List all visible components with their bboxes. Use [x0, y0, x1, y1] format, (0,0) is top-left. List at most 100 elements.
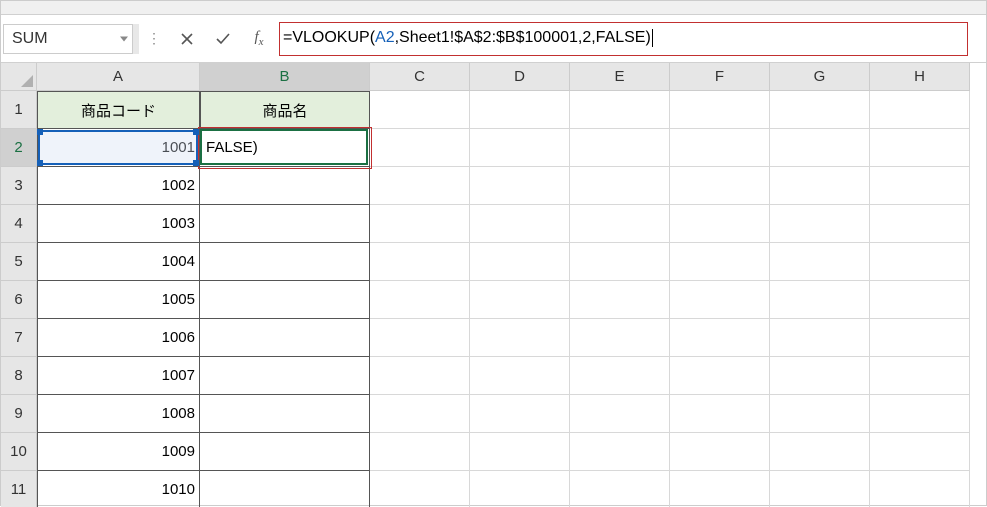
cell-E7[interactable] — [570, 319, 670, 357]
row-header-6[interactable]: 6 — [1, 281, 37, 319]
cell-G1[interactable] — [770, 91, 870, 129]
cell-E2[interactable] — [570, 129, 670, 167]
cell-C2[interactable] — [370, 129, 470, 167]
cell-H6[interactable] — [870, 281, 970, 319]
row-header-4[interactable]: 4 — [1, 205, 37, 243]
cell-E5[interactable] — [570, 243, 670, 281]
cell-C9[interactable] — [370, 395, 470, 433]
row-header-3[interactable]: 3 — [1, 167, 37, 205]
cell-D9[interactable] — [470, 395, 570, 433]
cell-grid[interactable]: 商品コード商品名10011002100310041005100610071008… — [37, 91, 970, 507]
column-header-h[interactable]: H — [870, 63, 970, 91]
row-header-5[interactable]: 5 — [1, 243, 37, 281]
cell-F10[interactable] — [670, 433, 770, 471]
cell-H8[interactable] — [870, 357, 970, 395]
cell-C1[interactable] — [370, 91, 470, 129]
cell-C3[interactable] — [370, 167, 470, 205]
cell-A10[interactable]: 1009 — [37, 433, 200, 471]
row-header-2[interactable]: 2 — [1, 129, 37, 167]
cell-E1[interactable] — [570, 91, 670, 129]
cell-C4[interactable] — [370, 205, 470, 243]
cell-G9[interactable] — [770, 395, 870, 433]
row-header-9[interactable]: 9 — [1, 395, 37, 433]
cell-C11[interactable] — [370, 471, 470, 507]
cell-A1[interactable]: 商品コード — [37, 91, 200, 129]
cell-B8[interactable] — [200, 357, 370, 395]
cell-D11[interactable] — [470, 471, 570, 507]
cell-G4[interactable] — [770, 205, 870, 243]
cell-E6[interactable] — [570, 281, 670, 319]
column-header-a[interactable]: A — [37, 63, 200, 91]
cell-D10[interactable] — [470, 433, 570, 471]
cell-A4[interactable]: 1003 — [37, 205, 200, 243]
cell-D7[interactable] — [470, 319, 570, 357]
cell-E4[interactable] — [570, 205, 670, 243]
cell-D4[interactable] — [470, 205, 570, 243]
cell-B9[interactable] — [200, 395, 370, 433]
cell-E11[interactable] — [570, 471, 670, 507]
column-header-b[interactable]: B — [200, 63, 370, 91]
cell-A8[interactable]: 1007 — [37, 357, 200, 395]
row-header-10[interactable]: 10 — [1, 433, 37, 471]
cell-E10[interactable] — [570, 433, 670, 471]
cell-G6[interactable] — [770, 281, 870, 319]
cell-B11[interactable] — [200, 471, 370, 507]
row-header-11[interactable]: 11 — [1, 471, 37, 507]
cell-G8[interactable] — [770, 357, 870, 395]
cell-B1[interactable]: 商品名 — [200, 91, 370, 129]
drag-handle-icon[interactable] — [139, 24, 169, 54]
column-header-g[interactable]: G — [770, 63, 870, 91]
cell-B3[interactable] — [200, 167, 370, 205]
cell-D2[interactable] — [470, 129, 570, 167]
row-header-8[interactable]: 8 — [1, 357, 37, 395]
cell-B6[interactable] — [200, 281, 370, 319]
cell-E8[interactable] — [570, 357, 670, 395]
cell-E9[interactable] — [570, 395, 670, 433]
cell-C8[interactable] — [370, 357, 470, 395]
cell-B4[interactable] — [200, 205, 370, 243]
cell-A9[interactable]: 1008 — [37, 395, 200, 433]
cell-F9[interactable] — [670, 395, 770, 433]
cell-H5[interactable] — [870, 243, 970, 281]
cell-D3[interactable] — [470, 167, 570, 205]
cell-H4[interactable] — [870, 205, 970, 243]
cell-A5[interactable]: 1004 — [37, 243, 200, 281]
column-header-f[interactable]: F — [670, 63, 770, 91]
confirm-icon[interactable] — [205, 24, 241, 54]
cell-D5[interactable] — [470, 243, 570, 281]
column-header-d[interactable]: D — [470, 63, 570, 91]
cell-F5[interactable] — [670, 243, 770, 281]
cell-C6[interactable] — [370, 281, 470, 319]
cell-F4[interactable] — [670, 205, 770, 243]
cell-A7[interactable]: 1006 — [37, 319, 200, 357]
cell-A11[interactable]: 1010 — [37, 471, 200, 507]
cell-E3[interactable] — [570, 167, 670, 205]
cell-B7[interactable] — [200, 319, 370, 357]
cell-C5[interactable] — [370, 243, 470, 281]
formula-input[interactable]: =VLOOKUP(A2,Sheet1!$A$2:$B$100001,2,FALS… — [277, 24, 976, 54]
active-cell-editor[interactable]: FALSE) — [200, 129, 368, 165]
cell-D1[interactable] — [470, 91, 570, 129]
select-all-corner[interactable] — [1, 63, 37, 91]
chevron-down-icon[interactable] — [120, 36, 128, 41]
cell-F2[interactable] — [670, 129, 770, 167]
row-header-7[interactable]: 7 — [1, 319, 37, 357]
cell-F11[interactable] — [670, 471, 770, 507]
cell-H7[interactable] — [870, 319, 970, 357]
cell-H3[interactable] — [870, 167, 970, 205]
cell-D6[interactable] — [470, 281, 570, 319]
cell-B5[interactable] — [200, 243, 370, 281]
cell-F3[interactable] — [670, 167, 770, 205]
row-header-1[interactable]: 1 — [1, 91, 37, 129]
fx-icon[interactable]: fx — [241, 24, 277, 54]
cell-D8[interactable] — [470, 357, 570, 395]
cell-H11[interactable] — [870, 471, 970, 507]
cell-G11[interactable] — [770, 471, 870, 507]
cell-B10[interactable] — [200, 433, 370, 471]
cell-C7[interactable] — [370, 319, 470, 357]
cell-F7[interactable] — [670, 319, 770, 357]
cell-F1[interactable] — [670, 91, 770, 129]
cell-G10[interactable] — [770, 433, 870, 471]
cell-H1[interactable] — [870, 91, 970, 129]
cell-A6[interactable]: 1005 — [37, 281, 200, 319]
